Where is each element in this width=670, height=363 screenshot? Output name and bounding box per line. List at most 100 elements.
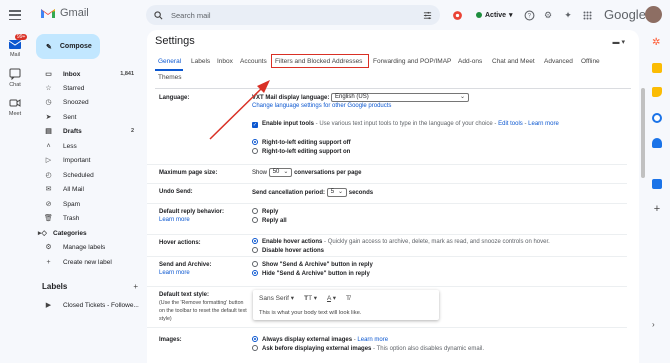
- nav-item-sent[interactable]: ➤ Sent: [30, 110, 142, 124]
- undo-prefix: Send cancellation period:: [252, 190, 326, 197]
- sparkle-icon[interactable]: ✦: [561, 8, 575, 22]
- images-ask-radio[interactable]: [252, 345, 258, 351]
- hide-send-archive-radio[interactable]: [252, 270, 258, 276]
- rtl-off-option[interactable]: Right-to-left editing support off: [252, 139, 351, 146]
- filter-options-icon[interactable]: [423, 11, 432, 20]
- label-tag-icon: ▶: [45, 301, 52, 309]
- page-size-select[interactable]: 50 ⌄: [268, 168, 293, 177]
- help-icon[interactable]: ?: [522, 8, 536, 22]
- nav-item-inbox[interactable]: ▭ Inbox 1,841: [30, 67, 142, 81]
- main-menu-icon[interactable]: [8, 8, 22, 22]
- nav-label: Categories: [53, 229, 87, 237]
- rtl-on-radio[interactable]: [252, 148, 258, 154]
- search-icon[interactable]: [154, 10, 163, 20]
- nav-item-trash[interactable]: 🗑 Trash: [30, 211, 142, 225]
- edit-tools-link[interactable]: Edit tools: [498, 121, 523, 127]
- undo-period-select[interactable]: 5 ⌄: [326, 188, 348, 197]
- language-select[interactable]: English (US) ⌄: [331, 93, 470, 102]
- tab-advanced[interactable]: Advanced: [544, 56, 573, 68]
- tab-accounts[interactable]: Accounts: [240, 56, 267, 68]
- calendar-icon[interactable]: [652, 63, 662, 73]
- hover-enable-option[interactable]: Enable hover actions - Quickly gain acce…: [252, 238, 550, 245]
- keep-icon[interactable]: [652, 87, 662, 97]
- images-always-radio[interactable]: [252, 336, 258, 342]
- show-send-archive-radio[interactable]: [252, 261, 258, 267]
- google-logo[interactable]: Google: [604, 7, 646, 22]
- tasks-icon[interactable]: [652, 113, 662, 123]
- search-bar[interactable]: Search mail: [146, 5, 440, 25]
- compose-button[interactable]: ✎ Compose: [36, 34, 100, 59]
- text-color-icon[interactable]: A ▾: [327, 294, 336, 302]
- hover-disable-option[interactable]: Disable hover actions: [252, 247, 324, 254]
- nav-item-snoozed[interactable]: ◷ Snoozed: [30, 95, 142, 109]
- font-size-icon[interactable]: TT ▾: [304, 294, 317, 302]
- rail-chat[interactable]: Chat: [0, 68, 30, 88]
- rail-meet[interactable]: Meet: [0, 97, 30, 117]
- add-label-icon[interactable]: +: [133, 282, 138, 291]
- reply-all-radio[interactable]: [252, 217, 258, 223]
- chevron-right-icon[interactable]: ›: [652, 320, 662, 330]
- nav-item-starred[interactable]: ☆ Starred: [30, 81, 142, 95]
- label-item[interactable]: ▶ Closed Tickets - Followe...: [30, 298, 142, 312]
- images-always-option[interactable]: Always display external images - Learn m…: [252, 336, 388, 343]
- apps-grid-icon[interactable]: [580, 8, 594, 22]
- rtl-off-radio[interactable]: [252, 139, 258, 145]
- tab-inbox[interactable]: Inbox: [217, 56, 233, 68]
- status-button[interactable]: Active ▾: [470, 7, 519, 23]
- learn-more-link[interactable]: Learn more: [357, 337, 388, 343]
- nav-item-categories[interactable]: ▸◇ Categories: [30, 226, 142, 240]
- reply-radio[interactable]: [252, 208, 258, 214]
- images-ask-option[interactable]: Ask before displaying external images - …: [252, 345, 484, 352]
- font-select[interactable]: Sans Serif ▾: [259, 294, 294, 302]
- tab-add-ons[interactable]: Add-ons: [458, 56, 482, 68]
- nav-item-spam[interactable]: ⊘ Spam: [30, 197, 142, 211]
- video-app-icon[interactable]: [652, 179, 662, 189]
- chevron-up-icon: ˄: [46, 142, 51, 150]
- rail-mail[interactable]: 99+ Mail: [0, 34, 30, 58]
- change-language-link[interactable]: Change language settings for other Googl…: [252, 103, 391, 109]
- tab-chat-meet[interactable]: Chat and Meet: [492, 56, 535, 68]
- learn-more-link[interactable]: Learn more: [528, 121, 559, 127]
- setting-label: Hover actions:: [159, 240, 201, 246]
- hide-send-archive-option[interactable]: Hide "Send & Archive" button in reply: [252, 270, 370, 277]
- learn-more-link[interactable]: Learn more: [159, 269, 249, 277]
- add-app-icon[interactable]: +: [652, 204, 662, 215]
- text-style-editor[interactable]: Sans Serif ▾ TT ▾ A ▾ T̸ This is what yo…: [253, 290, 439, 320]
- nav-item-all-mail[interactable]: ✉ All Mail: [30, 182, 142, 196]
- reply-label: Reply: [262, 209, 279, 215]
- reply-all-option[interactable]: Reply all: [252, 217, 287, 224]
- nav-item-important[interactable]: ▷ Important: [30, 153, 142, 167]
- gmail-logo[interactable]: Gmail: [40, 7, 89, 19]
- tab-general[interactable]: General: [158, 56, 181, 68]
- nav-item-manage-labels[interactable]: ⚙ Manage labels: [30, 240, 142, 254]
- keyboard-icon[interactable]: ▬ ▾: [613, 38, 625, 46]
- remove-formatting-icon[interactable]: T̸: [346, 295, 350, 302]
- contacts-icon[interactable]: [652, 138, 662, 148]
- tab-offline[interactable]: Offline: [581, 56, 600, 68]
- nav-item-create-label[interactable]: + Create new label: [30, 255, 142, 269]
- tab-themes[interactable]: Themes: [158, 72, 181, 84]
- nav-item-scheduled[interactable]: ◴ Scheduled: [30, 168, 142, 182]
- nav-item-less[interactable]: ˄ Less: [30, 139, 142, 153]
- spam-icon: ⊘: [45, 200, 52, 208]
- undo-control: Send cancellation period: 5 ⌄ seconds: [252, 188, 373, 197]
- gemini-chat-icon[interactable]: [450, 8, 464, 22]
- show-send-archive-option[interactable]: Show "Send & Archive" button in reply: [252, 261, 373, 268]
- learn-more-link[interactable]: Learn more: [159, 216, 249, 224]
- gear-icon[interactable]: ⚙: [541, 8, 555, 22]
- tab-forwarding[interactable]: Forwarding and POP/IMAP: [373, 56, 451, 68]
- hover-disable-radio[interactable]: [252, 247, 258, 253]
- account-avatar[interactable]: [645, 6, 662, 23]
- tab-labels[interactable]: Labels: [191, 56, 210, 68]
- hubspot-icon[interactable]: ✲: [652, 38, 662, 48]
- input-tools-checkbox[interactable]: ✓: [252, 122, 258, 128]
- rtl-off-label: Right-to-left editing support off: [262, 140, 351, 146]
- setting-language: Language: VXT Mail display language: Eng…: [147, 90, 627, 165]
- nav-item-drafts[interactable]: ▤ Drafts 2: [30, 124, 142, 138]
- setting-label-group: Default text style: (Use the 'Remove form…: [159, 291, 249, 323]
- rtl-on-option[interactable]: Right-to-left editing support on: [252, 148, 350, 155]
- show-label: Show: [252, 170, 268, 177]
- hover-enable-radio[interactable]: [252, 238, 258, 244]
- nav-count: 2: [130, 128, 134, 134]
- reply-option[interactable]: Reply: [252, 208, 278, 215]
